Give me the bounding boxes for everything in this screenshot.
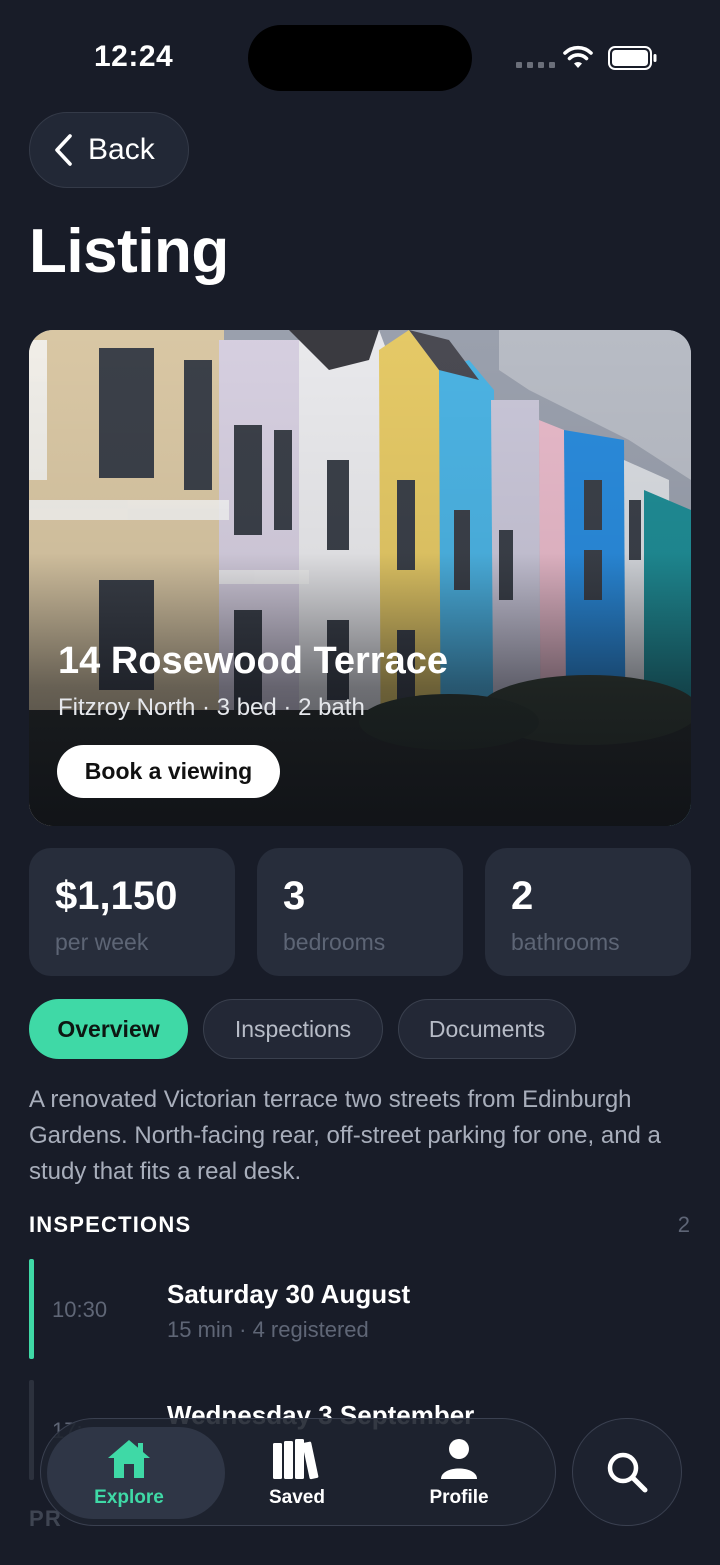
inspection-accent-bar (29, 1259, 34, 1359)
books-icon (273, 1439, 319, 1480)
inspections-heading: INSPECTIONS (29, 1212, 192, 1237)
stat-label: bedrooms (283, 929, 386, 955)
inspection-time: 10:30 (52, 1297, 108, 1322)
tab-documents[interactable]: Documents (398, 999, 576, 1059)
tab-label: Profile (429, 1487, 489, 1508)
inspection-date: Saturday 30 August (167, 1279, 411, 1309)
tab-profile[interactable]: Profile (371, 1419, 547, 1527)
stat-card-price: $1,150 per week (29, 848, 235, 976)
tab-inspections[interactable]: Inspections (203, 999, 383, 1059)
inspection-accent-bar (29, 1380, 34, 1480)
battery-icon (608, 46, 657, 70)
inspection-item[interactable]: 10:30 Saturday 30 August 15 min · 4 regi… (29, 1259, 691, 1359)
tab-label: Explore (94, 1487, 164, 1508)
inspections-count: 2 (677, 1212, 690, 1237)
stat-value: 2 (511, 874, 534, 918)
inspection-meta: 15 min · 4 registered (167, 1317, 369, 1342)
book-viewing-button[interactable]: Book a viewing (57, 745, 280, 798)
tab-saved[interactable]: Saved (209, 1419, 385, 1527)
search-icon (607, 1452, 648, 1493)
person-icon (441, 1439, 477, 1479)
listing-hero-card[interactable]: 14 Rosewood Terrace Fitzroy North · 3 be… (29, 330, 691, 826)
stat-card-bedrooms: 3 bedrooms (257, 848, 463, 976)
back-button[interactable]: Back (29, 112, 189, 188)
status-time: 12:24 (94, 40, 174, 73)
chevron-left-icon (55, 134, 72, 166)
tab-label: Saved (269, 1487, 325, 1508)
stat-value: $1,150 (55, 874, 178, 918)
wifi-icon (563, 45, 593, 68)
tab-explore[interactable]: Explore (41, 1419, 225, 1527)
stat-value: 3 (283, 874, 306, 918)
dynamic-island (248, 25, 472, 91)
listing-title: 14 Rosewood Terrace (58, 640, 449, 682)
back-label: Back (88, 133, 155, 166)
listing-subtitle: Fitzroy North · 3 bed · 2 bath (58, 694, 365, 721)
tab-overview[interactable]: Overview (29, 999, 188, 1059)
listing-description: A renovated Victorian terrace two street… (29, 1086, 661, 1185)
stat-label: bathrooms (511, 929, 620, 955)
stat-label: per week (55, 929, 149, 955)
cellular-signal-icon (516, 62, 555, 68)
page-title: Listing (29, 217, 229, 286)
home-icon (108, 1440, 150, 1478)
search-button[interactable] (572, 1418, 682, 1526)
stat-card-bathrooms: 2 bathrooms (485, 848, 691, 976)
bottom-tab-bar: Explore Saved Profile (40, 1418, 556, 1526)
